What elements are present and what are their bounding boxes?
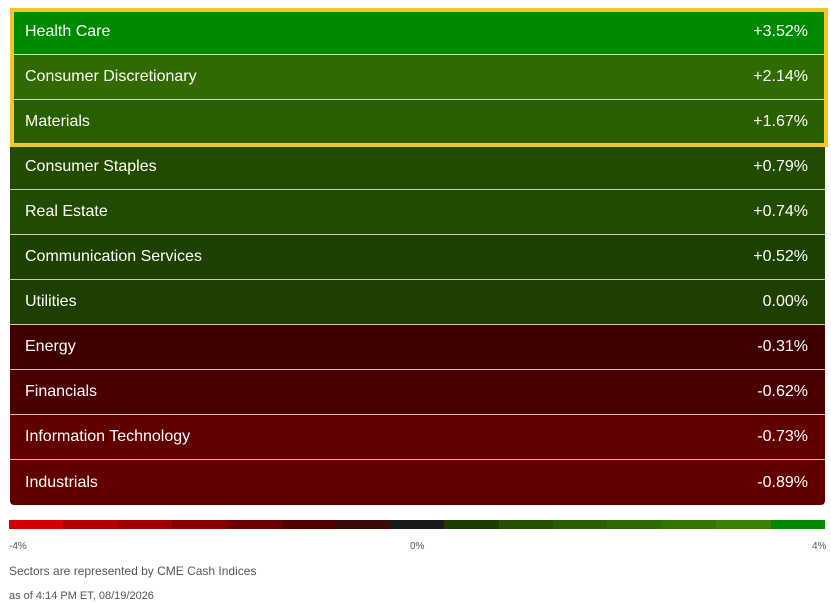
scale-segment (117, 520, 173, 529)
sector-row[interactable]: Industrials -0.89% (10, 460, 825, 505)
scale-segment (444, 520, 499, 529)
sector-name: Utilities (25, 293, 77, 310)
sector-change: +2.14% (753, 68, 808, 85)
scale-min-label: -4% (9, 541, 27, 552)
sector-change: -0.73% (757, 428, 808, 445)
scale-segment (607, 520, 662, 529)
scale-segment (498, 520, 554, 529)
scale-segment (226, 520, 282, 529)
scale-segment (9, 520, 64, 529)
scale-segment (172, 520, 227, 529)
sector-name: Consumer Staples (25, 158, 157, 175)
sector-row[interactable]: Communication Services +0.52% (10, 235, 825, 280)
sector-change: 0.00% (762, 293, 808, 310)
source-note: Sectors are represented by CME Cash Indi… (9, 564, 257, 578)
color-scale-bar (9, 520, 826, 529)
sector-change: -0.62% (757, 383, 808, 400)
scale-segment (335, 520, 390, 529)
sector-name: Communication Services (25, 248, 202, 265)
sector-name: Information Technology (25, 428, 191, 445)
sector-change: +0.74% (753, 203, 808, 220)
sector-name: Industrials (25, 473, 98, 491)
sector-change: +3.52% (753, 23, 808, 40)
timestamp: as of 4:14 PM ET, 08/19/2026 (9, 590, 154, 602)
scale-segment (553, 520, 608, 529)
sector-row[interactable]: Real Estate +0.74% (10, 190, 825, 235)
sector-row[interactable]: Financials -0.62% (10, 370, 825, 415)
sector-change: +0.52% (753, 248, 808, 265)
sector-row[interactable]: Utilities 0.00% (10, 280, 825, 325)
sector-change: +1.67% (753, 113, 808, 130)
scale-segment (281, 520, 336, 529)
sector-change: +0.79% (753, 158, 808, 175)
sector-name: Consumer Discretionary (25, 68, 197, 85)
scale-segment (389, 520, 445, 529)
scale-segment (770, 520, 826, 529)
sector-change: -0.89% (757, 473, 808, 491)
sector-row[interactable]: Energy -0.31% (10, 325, 825, 370)
sector-row[interactable]: Materials +1.67% (10, 100, 825, 145)
sector-row[interactable]: Consumer Staples +0.79% (10, 145, 825, 190)
sector-name: Real Estate (25, 203, 108, 220)
sector-row[interactable]: Health Care +3.52% (10, 10, 825, 55)
sector-change: -0.31% (757, 338, 808, 355)
sector-row[interactable]: Consumer Discretionary +2.14% (10, 55, 825, 100)
scale-segment (716, 520, 771, 529)
scale-segment (63, 520, 118, 529)
sector-performance-list: Health Care +3.52% Consumer Discretionary +… (10, 10, 825, 505)
sector-name: Health Care (25, 23, 111, 40)
sector-row[interactable]: Information Technology -0.73% (10, 415, 825, 460)
sector-name: Financials (25, 383, 98, 400)
scale-max-label: 4% (812, 541, 827, 552)
sector-name: Energy (25, 338, 76, 355)
scale-mid-label: 0% (410, 541, 425, 552)
sector-name: Materials (25, 113, 90, 130)
scale-segment (661, 520, 717, 529)
